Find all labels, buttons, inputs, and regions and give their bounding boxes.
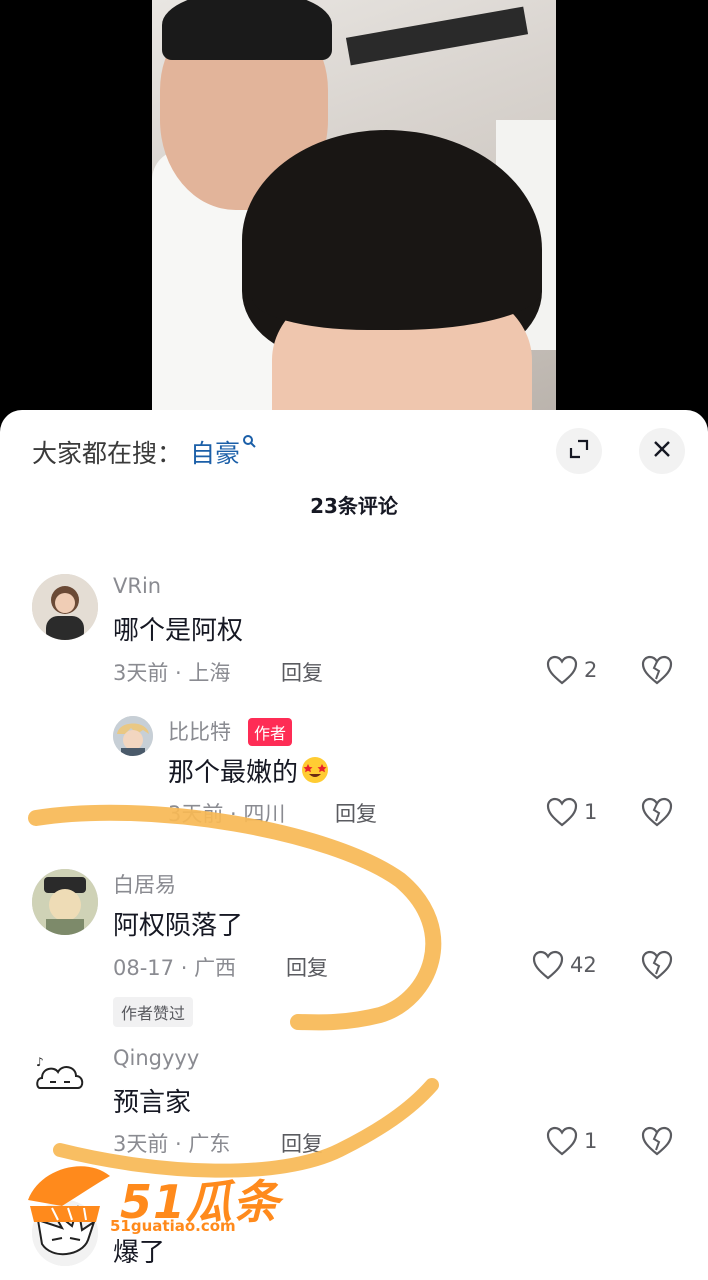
close-icon xyxy=(652,439,672,463)
comment-text: 爆了 xyxy=(113,1238,166,1268)
comment-meta: 08-17 · 广西 xyxy=(113,956,237,980)
heart-icon xyxy=(546,655,578,685)
like-count: 1 xyxy=(584,1129,598,1153)
like-button[interactable]: 2 xyxy=(546,655,597,685)
like-button[interactable]: 42 xyxy=(532,950,597,980)
expand-button[interactable] xyxy=(556,428,602,474)
comment-time: 08-17 xyxy=(113,956,175,980)
author-liked-badge: 作者赞过 xyxy=(113,997,194,1027)
comment-location: 四川 xyxy=(243,802,286,826)
like-count: 42 xyxy=(570,953,597,977)
comment-username[interactable]: 比比特 xyxy=(168,716,231,746)
comment-time: 3天前 xyxy=(113,661,169,685)
comment-sheet: 大家都在搜： 自豪 23条评论 VRin 哪个是阿权 3天前 · 上海 回复 2 xyxy=(0,410,708,1280)
reply-button[interactable]: 回复 xyxy=(335,798,377,828)
like-count: 1 xyxy=(584,800,598,824)
like-button[interactable]: 1 xyxy=(546,1126,597,1156)
comment-text: 哪个是阿权 xyxy=(113,616,244,646)
reply-button[interactable]: 回复 xyxy=(281,1128,323,1158)
video-player[interactable] xyxy=(0,0,708,430)
comment-count: 23条评论 xyxy=(310,494,398,518)
author-tag: 作者 xyxy=(248,718,293,746)
watermark-url: 51guatiao.com xyxy=(110,1217,236,1235)
dislike-button[interactable] xyxy=(641,1126,673,1160)
comment-text: 预言家 xyxy=(113,1088,192,1118)
expand-icon xyxy=(568,438,590,464)
broken-heart-icon xyxy=(641,1126,673,1160)
comment-text: 那个最嫩的 xyxy=(168,752,330,792)
comment-text: 阿权陨落了 xyxy=(113,911,244,941)
comment-username[interactable]: 白居易 xyxy=(113,869,176,899)
video-frame xyxy=(152,0,556,430)
heart-icon xyxy=(546,1126,578,1156)
heart-icon xyxy=(546,797,578,827)
dislike-button[interactable] xyxy=(641,950,673,984)
search-suggestion-prefix: 大家都在搜： xyxy=(32,439,183,468)
comment-meta: 3天前 · 四川 xyxy=(168,802,286,826)
broken-heart-icon xyxy=(641,655,673,689)
avatar[interactable] xyxy=(32,1200,98,1266)
like-count: 2 xyxy=(584,658,598,682)
dislike-button[interactable] xyxy=(641,797,673,831)
avatar[interactable]: ♪ xyxy=(30,1048,90,1108)
heart-icon xyxy=(532,950,564,980)
comment-location: 上海 xyxy=(188,661,231,685)
comment-time: 3天前 xyxy=(168,802,224,826)
comment-text-content: 那个最嫩的 xyxy=(168,758,299,788)
search-icon xyxy=(242,433,256,452)
comment-username[interactable]: VRin xyxy=(113,574,161,598)
search-suggestion[interactable]: 大家都在搜： 自豪 xyxy=(32,434,256,470)
dislike-button[interactable] xyxy=(641,655,673,689)
search-keyword-link[interactable]: 自豪 xyxy=(190,434,240,470)
reply-button[interactable]: 回复 xyxy=(286,952,328,982)
comment-time: 3天前 xyxy=(113,1132,169,1156)
comment-username[interactable]: Qingyyy xyxy=(113,1046,199,1070)
comment-meta: 3天前 · 上海 xyxy=(113,661,231,685)
broken-heart-icon xyxy=(641,950,673,984)
star-eyes-emoji-icon xyxy=(300,755,330,792)
close-button[interactable] xyxy=(639,428,685,474)
comment-location: 广西 xyxy=(194,956,237,980)
avatar[interactable] xyxy=(32,869,98,935)
avatar[interactable] xyxy=(113,716,153,756)
comment-location: 广东 xyxy=(188,1132,231,1156)
svg-text:♪: ♪ xyxy=(36,1055,44,1069)
broken-heart-icon xyxy=(641,797,673,831)
reply-button[interactable]: 回复 xyxy=(281,657,323,687)
video-person-front xyxy=(242,130,552,430)
avatar[interactable] xyxy=(32,574,98,640)
like-button[interactable]: 1 xyxy=(546,797,597,827)
comment-meta: 3天前 · 广东 xyxy=(113,1132,231,1156)
